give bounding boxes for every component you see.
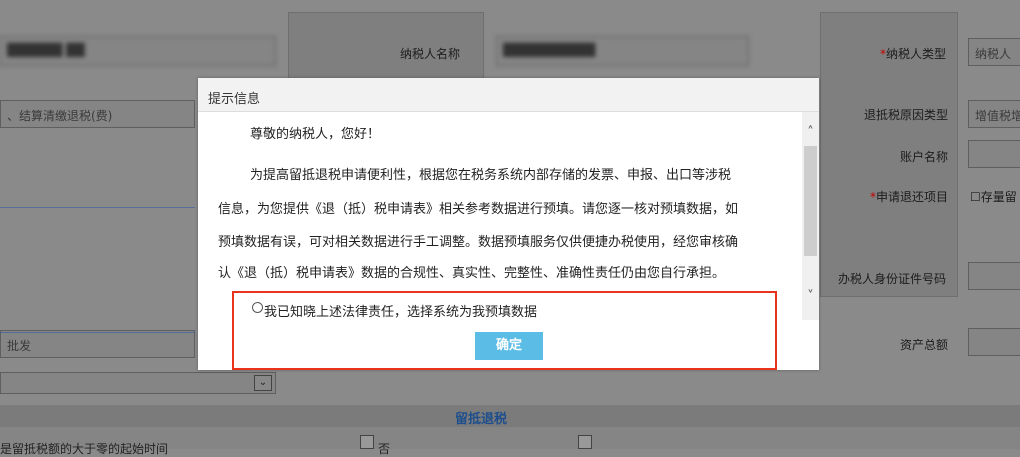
dialog-header: 提示信息 (198, 78, 819, 112)
dialog-greeting: 尊敬的纳税人，您好！ (250, 127, 381, 142)
account-name-field[interactable] (968, 140, 1020, 168)
agent-id-label: 办税人身份证件号码 (838, 272, 947, 286)
refund-reason-field[interactable]: 、结算清缴退税(费) (0, 100, 195, 128)
refund-item-label-text: 申请退还项目 (876, 190, 949, 204)
calendar-icon[interactable] (360, 435, 374, 449)
refund-item-label: *申请退还项目 (870, 188, 948, 205)
taxpayer-type-select[interactable]: 纳税人 (968, 38, 1020, 66)
chevron-down-icon[interactable]: ˅ (802, 288, 819, 305)
chevron-up-icon[interactable]: ˄ (802, 124, 819, 141)
section-title: 留抵退税 (455, 412, 508, 427)
industry-field[interactable]: 批发 (0, 330, 195, 358)
select-field[interactable] (0, 372, 276, 394)
taxpayer-type-label-text: 纳税人类型 (886, 47, 947, 61)
agent-id-field[interactable] (968, 262, 1020, 290)
dialog-title: 提示信息 (208, 92, 261, 107)
total-assets-field[interactable] (968, 328, 1020, 356)
input-underline (0, 207, 195, 208)
refund-item-checkbox[interactable]: ☐存量留 (970, 188, 1017, 205)
chevron-down-icon[interactable]: ⌄ (254, 375, 272, 391)
refund-item-checkbox-label: 存量留 (980, 190, 1017, 204)
dialog-paragraph-line: 信息，为您提供《退（抵）税申请表》相关参考数据进行预填。请您逐一核对预填数据，如 (218, 202, 739, 217)
input-underline (0, 332, 195, 333)
refund-type-label: 退抵税原因类型 (864, 108, 949, 122)
scrollbar-thumb[interactable] (804, 146, 817, 256)
taxpayer-type-label: *纳税人类型 (880, 45, 946, 62)
taxpayer-id-field[interactable]: ██████ ██ (0, 36, 276, 66)
agree-radio-label[interactable]: 我已知晓上述法律责任，选择系统为我预填数据 (264, 301, 537, 320)
confirm-button[interactable]: 确定 (475, 332, 543, 360)
agree-radio[interactable] (252, 302, 263, 313)
total-assets-label: 资产总额 (900, 338, 949, 352)
dialog-paragraph-line: 预填数据有误，可对相关数据进行手工调整。数据预填服务仅供便捷办税使用，经您审核确 (218, 235, 739, 250)
taxpayer-name-field[interactable]: ██████████ (496, 36, 749, 66)
account-name-label: 账户名称 (900, 150, 949, 164)
refund-type-select[interactable]: 增值税增 (968, 100, 1020, 128)
section-bar (0, 405, 1020, 427)
dialog-paragraph-line: 为提高留抵退税申请便利性，根据您在税务系统内部存储的发票、申报、出口等涉税 (250, 168, 732, 183)
dialog-paragraph-line: 认《退（抵）税申请表》数据的合规性、真实性、完整性、准确性责任仍由您自行承担。 (218, 266, 726, 281)
dialog-scrollbar[interactable]: ˄ ˅ (802, 112, 819, 320)
calendar-icon[interactable] (578, 435, 592, 449)
bottom-row: 是留抵税额的大于零的起始时间 否 (0, 427, 1020, 456)
taxpayer-name-label: 纳税人名称 (400, 47, 461, 61)
